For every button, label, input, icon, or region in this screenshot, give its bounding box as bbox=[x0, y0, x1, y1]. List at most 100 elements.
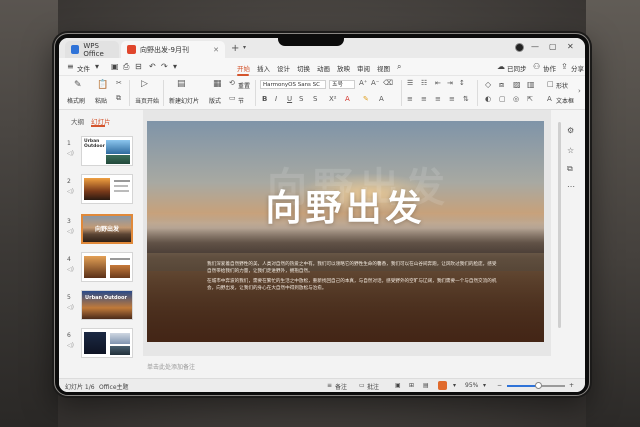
search-icon[interactable]: ⌕ bbox=[397, 62, 401, 72]
align-center-icon[interactable]: ≡ bbox=[421, 95, 427, 103]
paste-label[interactable]: 粘贴 bbox=[95, 96, 107, 105]
menu-design[interactable]: 设计 bbox=[277, 63, 290, 73]
export-icon[interactable]: ⎙ bbox=[123, 62, 129, 72]
slide-3[interactable]: 向野出发 向野出发 我们深爱着自然野性的美，人类对自然的热爱之中有。我们可以领略… bbox=[147, 121, 544, 342]
underline-icon[interactable]: U bbox=[287, 95, 292, 103]
shape-icon[interactable]: ◇ bbox=[485, 80, 491, 89]
notes-button[interactable]: 备注 bbox=[335, 382, 347, 391]
chevron-down-icon[interactable]: ▾ bbox=[483, 382, 486, 389]
layout-button[interactable]: 版式 bbox=[209, 96, 221, 105]
line-spacing-icon[interactable]: ↕ bbox=[459, 79, 465, 87]
notes-placeholder[interactable]: 单击此处添加备注 bbox=[147, 362, 195, 371]
paste-icon[interactable]: 📋 bbox=[97, 80, 108, 90]
clear-format-icon[interactable]: ⌫ bbox=[383, 79, 393, 87]
more-icon[interactable]: ⋯ bbox=[567, 182, 575, 191]
chevron-down-icon[interactable]: ▾ bbox=[95, 62, 99, 71]
select-icon[interactable]: ⇱ bbox=[527, 95, 533, 103]
chevron-right-icon[interactable]: › bbox=[578, 87, 581, 95]
reset-button[interactable]: 重置 bbox=[238, 81, 250, 90]
copy-icon[interactable]: ⧉ bbox=[116, 94, 121, 103]
section-icon[interactable]: ▭ bbox=[229, 94, 236, 102]
bold-icon[interactable]: B bbox=[262, 95, 267, 103]
cut-icon[interactable]: ✂ bbox=[116, 79, 122, 87]
tab-outline[interactable]: 大纲 bbox=[71, 116, 84, 126]
zoom-in-icon[interactable]: + bbox=[569, 382, 574, 389]
share-button[interactable]: 分享 bbox=[571, 63, 584, 73]
superscript-icon[interactable]: X² bbox=[329, 95, 337, 103]
close-tab-icon[interactable]: ✕ bbox=[213, 46, 219, 54]
format-painter-icon[interactable]: ✎ bbox=[74, 80, 82, 90]
indent-increase-icon[interactable]: ⇥ bbox=[447, 79, 453, 87]
shape-button[interactable]: 形状 bbox=[556, 81, 568, 90]
outline-icon[interactable]: ▢ bbox=[499, 95, 506, 103]
minimize-icon[interactable]: — bbox=[531, 42, 539, 51]
slide-thumbnail-4[interactable]: 4 ◁) bbox=[67, 252, 139, 282]
slide-sorter-icon[interactable]: ⊞ bbox=[409, 382, 414, 389]
increase-font-icon[interactable]: A⁺ bbox=[359, 79, 367, 87]
indent-decrease-icon[interactable]: ⇤ bbox=[435, 79, 441, 87]
undo-icon[interactable]: ↶ bbox=[149, 62, 156, 71]
font-name-select[interactable]: HarmonyOS Sans SC bbox=[260, 80, 326, 89]
chevron-down-icon[interactable]: ▾ bbox=[453, 382, 456, 389]
slide-thumbnail-5[interactable]: 5 ◁) Urban Outdoor bbox=[67, 290, 139, 320]
bullets-icon[interactable]: ☰ bbox=[407, 79, 413, 87]
play-from-current-button[interactable]: 当页开始 bbox=[135, 96, 159, 105]
reading-view-icon[interactable]: ▤ bbox=[423, 382, 429, 389]
slide-thumbnail-1[interactable]: 1 ◁) Urban Outdoor bbox=[67, 136, 139, 166]
font-size-select[interactable]: 五号 bbox=[329, 80, 355, 89]
effect-icon[interactable]: ◎ bbox=[513, 95, 519, 103]
slide-title[interactable]: 向野出发 bbox=[147, 179, 544, 231]
save-icon[interactable]: ▣ bbox=[111, 62, 119, 71]
zoom-slider[interactable] bbox=[507, 382, 565, 389]
menu-icon[interactable]: ≡ bbox=[67, 62, 74, 71]
align-left-icon[interactable]: ≡ bbox=[407, 95, 413, 103]
slide-thumbnail-3[interactable]: 3 ◁) 向野出发 bbox=[67, 214, 139, 244]
new-slide-icon[interactable]: ▤ bbox=[177, 79, 186, 89]
justify-icon[interactable]: ≡ bbox=[449, 95, 455, 103]
shadow-icon[interactable]: S bbox=[313, 95, 317, 103]
sync-status[interactable]: 已同步 bbox=[507, 63, 527, 73]
star-icon[interactable]: ☆ bbox=[567, 146, 574, 155]
decrease-font-icon[interactable]: A⁻ bbox=[371, 79, 379, 87]
redo-icon[interactable]: ↷ bbox=[161, 62, 168, 71]
collaborate-button[interactable]: 协作 bbox=[543, 63, 556, 73]
chart-icon[interactable]: ▥ bbox=[527, 80, 535, 89]
strikethrough-icon[interactable]: S bbox=[299, 95, 303, 103]
properties-icon[interactable]: ⚙ bbox=[567, 126, 574, 135]
close-icon[interactable]: ✕ bbox=[567, 42, 574, 51]
menu-slideshow[interactable]: 放映 bbox=[337, 63, 350, 73]
font-color-icon[interactable]: A bbox=[345, 95, 350, 103]
menu-transition[interactable]: 切换 bbox=[297, 63, 310, 73]
play-slideshow-button[interactable] bbox=[438, 381, 447, 390]
zoom-out-icon[interactable]: − bbox=[497, 382, 502, 389]
layout-icon[interactable]: ▦ bbox=[213, 79, 222, 89]
picture-icon[interactable]: ▨ bbox=[513, 80, 521, 89]
tab-document[interactable]: 向野出发-9月刊 ✕ bbox=[121, 41, 225, 58]
play-from-current-icon[interactable]: ▷ bbox=[141, 79, 148, 89]
format-painter-label[interactable]: 格式刷 bbox=[67, 96, 85, 105]
chevron-down-icon[interactable]: ▾ bbox=[173, 62, 177, 71]
maximize-icon[interactable]: ▢ bbox=[549, 42, 557, 51]
highlight-icon[interactable]: ✎ bbox=[363, 95, 369, 103]
zoom-level[interactable]: 95% bbox=[465, 382, 478, 389]
tab-wps-office[interactable]: WPS Office bbox=[65, 41, 119, 58]
slide-thumbnail-2[interactable]: 2 ◁) bbox=[67, 174, 139, 204]
menu-view[interactable]: 视图 bbox=[377, 63, 390, 73]
theme-name[interactable]: Office主题 bbox=[99, 382, 129, 391]
chevron-down-icon[interactable]: ▾ bbox=[243, 44, 246, 51]
italic-icon[interactable]: I bbox=[275, 95, 277, 103]
zoom-slider-handle[interactable] bbox=[535, 382, 543, 389]
numbering-icon[interactable]: ☷ bbox=[421, 79, 427, 87]
comments-button[interactable]: 批注 bbox=[367, 382, 379, 391]
menu-review[interactable]: 审阅 bbox=[357, 63, 370, 73]
menu-insert[interactable]: 插入 bbox=[257, 63, 270, 73]
avatar[interactable] bbox=[515, 43, 524, 52]
align-right-icon[interactable]: ≡ bbox=[435, 95, 441, 103]
copy-icon[interactable]: ⧉ bbox=[567, 164, 573, 174]
slide-body-text[interactable]: 我们深爱着自然野性的美，人类对自然的热爱之中有。我们可以领略它的野性生命的馨香，… bbox=[207, 261, 497, 295]
section-button[interactable]: 节 bbox=[238, 96, 244, 105]
notes-area[interactable]: 单击此处添加备注 bbox=[143, 356, 563, 376]
fill-icon[interactable]: ◐ bbox=[485, 95, 491, 103]
slide-thumbnail-6[interactable]: 6 ◁) bbox=[67, 328, 139, 358]
character-spacing-icon[interactable]: A bbox=[379, 95, 384, 103]
